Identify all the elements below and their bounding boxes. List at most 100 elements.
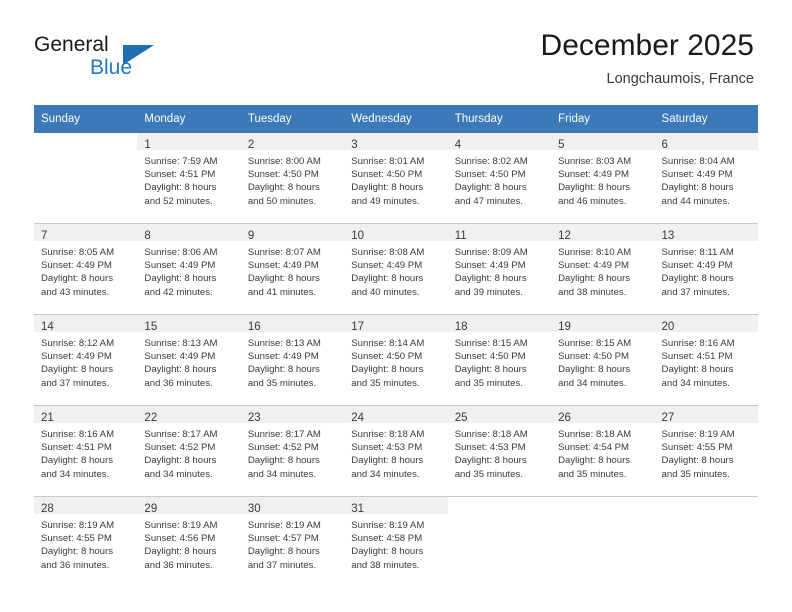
calendar-day-cell[interactable]: 31 Sunrise: 8:19 AM Sunset: 4:58 PM Dayligh… (344, 496, 448, 587)
daylight-text-cont: and 34 minutes. (661, 377, 730, 389)
weekday-header-tuesday: Tuesday (240, 105, 345, 133)
calendar-day-cell[interactable]: 8 Sunrise: 8:06 AM Sunset: 4:49 PM Daylight… (137, 223, 241, 315)
day-details: Sunrise: 8:13 AM Sunset: 4:49 PM Daylight:… (241, 332, 344, 390)
daylight-text-cont: and 50 minutes. (247, 195, 317, 207)
daylight-text: Daylight: 8 hours (144, 364, 217, 376)
daylight-text: Daylight: 8 hours (247, 182, 320, 194)
day-number-band: 15 (137, 315, 241, 333)
day-number: 21 (41, 412, 54, 424)
page-subtitle: Longchaumois, France (606, 71, 755, 87)
daylight-text: Daylight: 8 hours (41, 364, 113, 376)
sunset-text: Sunset: 4:49 PM (661, 169, 733, 181)
day-details: Sunrise: 8:03 AM Sunset: 4:49 PM Daylight:… (551, 150, 654, 208)
calendar-day-cell[interactable]: 18 Sunrise: 8:15 AM Sunset: 4:50 PM Dayligh… (447, 314, 552, 406)
day-number-band: 14 (34, 315, 138, 333)
day-details: Sunrise: 8:18 AM Sunset: 4:54 PM Daylight:… (551, 423, 654, 481)
calendar-day-cell[interactable]: 29 Sunrise: 8:19 AM Sunset: 4:56 PM Dayligh… (137, 496, 241, 587)
sunrise-text: Sunrise: 8:19 AM (247, 520, 321, 531)
day-number-band (551, 497, 654, 514)
calendar-day-cell[interactable]: 25 Sunrise: 8:18 AM Sunset: 4:53 PM Dayligh… (447, 405, 552, 497)
weekday-header-sunday: Sunday (34, 105, 138, 133)
calendar-day-cell[interactable]: 17 Sunrise: 8:14 AM Sunset: 4:50 PM Dayligh… (344, 314, 448, 406)
day-number: 17 (351, 321, 365, 333)
day-number: 31 (351, 503, 365, 515)
calendar-day-cell[interactable]: 6 Sunrise: 8:04 AM Sunset: 4:49 PM Daylight… (654, 133, 758, 224)
daylight-text: Daylight: 8 hours (144, 546, 217, 558)
sunset-text: Sunset: 4:49 PM (144, 260, 216, 272)
day-number-band: 23 (240, 406, 345, 424)
day-number-band: 12 (551, 224, 655, 242)
calendar-day-cell[interactable]: 23 Sunrise: 8:17 AM Sunset: 4:52 PM Dayligh… (240, 405, 345, 497)
daylight-text: Daylight: 8 hours (351, 182, 424, 194)
day-details: Sunrise: 8:15 AM Sunset: 4:50 PM Daylight:… (448, 332, 551, 390)
sunset-text: Sunset: 4:54 PM (558, 442, 630, 454)
day-number-band: 11 (447, 224, 552, 242)
day-number-band: 2 (240, 133, 345, 151)
calendar-day-cell[interactable]: 27 Sunrise: 8:19 AM Sunset: 4:55 PM Dayligh… (654, 405, 758, 497)
day-number: 1 (144, 139, 151, 151)
daylight-text-cont: and 35 minutes. (661, 468, 730, 480)
calendar-day-cell[interactable]: 28 Sunrise: 8:19 AM Sunset: 4:55 PM Dayligh… (34, 496, 138, 587)
calendar-day-cell[interactable]: 20 Sunrise: 8:16 AM Sunset: 4:51 PM Dayligh… (654, 314, 758, 406)
day-number: 6 (661, 139, 668, 151)
sunrise-text: Sunrise: 8:16 AM (41, 429, 115, 440)
calendar-day-cell[interactable]: 30 Sunrise: 8:19 AM Sunset: 4:57 PM Dayligh… (240, 496, 345, 587)
daylight-text: Daylight: 8 hours (247, 455, 320, 467)
calendar-day-cell[interactable]: 16 Sunrise: 8:13 AM Sunset: 4:49 PM Dayligh… (240, 314, 345, 406)
day-number: 7 (41, 230, 48, 242)
weekday-header-saturday: Saturday (654, 105, 758, 133)
daylight-text-cont: and 35 minutes. (558, 468, 627, 480)
calendar-day-cell[interactable]: 5 Sunrise: 8:03 AM Sunset: 4:49 PM Daylight… (551, 133, 655, 224)
sunrise-text: Sunrise: 8:15 AM (558, 338, 632, 349)
calendar-day-cell[interactable]: 22 Sunrise: 8:17 AM Sunset: 4:52 PM Dayligh… (137, 405, 241, 497)
daylight-text-cont: and 37 minutes. (661, 286, 730, 298)
day-number-band: 4 (447, 133, 552, 151)
sunrise-text: Sunrise: 8:19 AM (351, 520, 425, 531)
day-number-band: 7 (34, 224, 138, 242)
day-number-band: 30 (240, 497, 345, 515)
calendar-day-cell[interactable]: 13 Sunrise: 8:11 AM Sunset: 4:49 PM Dayligh… (654, 223, 758, 315)
calendar-page: General Blue December 2025 Longchaumois,… (0, 0, 792, 612)
day-details: Sunrise: 8:15 AM Sunset: 4:50 PM Daylight:… (551, 332, 654, 390)
calendar-day-cell[interactable]: 3 Sunrise: 8:01 AM Sunset: 4:50 PM Daylight… (344, 133, 448, 224)
day-details: Sunrise: 8:07 AM Sunset: 4:49 PM Daylight:… (241, 241, 344, 299)
day-number-band: 20 (654, 315, 758, 333)
daylight-text: Daylight: 8 hours (351, 273, 424, 285)
calendar-day-cell[interactable]: 14 Sunrise: 8:12 AM Sunset: 4:49 PM Dayligh… (34, 314, 138, 406)
logo-text-general: General (34, 33, 109, 56)
calendar-week-row: 1 Sunrise: 7:59 AM Sunset: 4:51 PM Daylight… (34, 133, 758, 224)
calendar-day-cell[interactable]: 19 Sunrise: 8:15 AM Sunset: 4:50 PM Dayligh… (551, 314, 655, 406)
calendar-day-cell[interactable]: 4 Sunrise: 8:02 AM Sunset: 4:50 PM Daylight… (447, 133, 552, 224)
general-blue-logo[interactable]: General Blue (34, 33, 214, 85)
calendar-day-cell[interactable]: 11 Sunrise: 8:09 AM Sunset: 4:49 PM Dayligh… (447, 223, 552, 315)
calendar-day-cell[interactable]: 2 Sunrise: 8:00 AM Sunset: 4:50 PM Daylight… (240, 133, 345, 224)
calendar-day-cell[interactable]: 9 Sunrise: 8:07 AM Sunset: 4:49 PM Daylight… (240, 223, 345, 315)
calendar-week-row: 28 Sunrise: 8:19 AM Sunset: 4:55 PM Dayligh… (34, 496, 758, 587)
calendar-day-cell[interactable]: 12 Sunrise: 8:10 AM Sunset: 4:49 PM Dayligh… (551, 223, 655, 315)
sunset-text: Sunset: 4:49 PM (247, 260, 319, 272)
daylight-text-cont: and 36 minutes. (144, 559, 213, 571)
sunset-text: Sunset: 4:49 PM (454, 260, 526, 272)
daylight-text: Daylight: 8 hours (144, 182, 217, 194)
day-number-band: 22 (137, 406, 241, 424)
daylight-text-cont: and 34 minutes. (558, 377, 627, 389)
daylight-text-cont: and 52 minutes. (144, 195, 213, 207)
daylight-text-cont: and 35 minutes. (247, 377, 317, 389)
calendar-day-cell[interactable]: 1 Sunrise: 7:59 AM Sunset: 4:51 PM Daylight… (137, 133, 241, 224)
day-number: 4 (454, 139, 462, 151)
calendar-day-cell[interactable]: 21 Sunrise: 8:16 AM Sunset: 4:51 PM Dayligh… (34, 405, 138, 497)
day-details: Sunrise: 8:18 AM Sunset: 4:53 PM Daylight:… (344, 423, 447, 481)
calendar-day-cell[interactable]: 24 Sunrise: 8:18 AM Sunset: 4:53 PM Dayligh… (344, 405, 448, 497)
calendar-day-cell[interactable]: 10 Sunrise: 8:08 AM Sunset: 4:49 PM Dayligh… (344, 223, 448, 315)
calendar-day-cell[interactable]: 7 Sunrise: 8:05 AM Sunset: 4:49 PM Daylight… (34, 223, 138, 315)
day-details: Sunrise: 8:16 AM Sunset: 4:51 PM Daylight:… (655, 332, 758, 390)
day-number: 5 (558, 139, 565, 151)
day-details: Sunrise: 8:19 AM Sunset: 4:55 PM Daylight:… (655, 423, 758, 481)
daylight-text-cont: and 34 minutes. (144, 468, 213, 480)
sunrise-text: Sunrise: 8:19 AM (661, 429, 735, 440)
calendar-day-cell[interactable]: 26 Sunrise: 8:18 AM Sunset: 4:54 PM Dayligh… (551, 405, 655, 497)
page-header: General Blue December 2025 Longchaumois,… (0, 0, 792, 104)
sunset-text: Sunset: 4:53 PM (351, 442, 423, 454)
calendar-day-cell[interactable]: 15 Sunrise: 8:13 AM Sunset: 4:49 PM Dayligh… (137, 314, 241, 406)
sunset-text: Sunset: 4:49 PM (351, 260, 423, 272)
